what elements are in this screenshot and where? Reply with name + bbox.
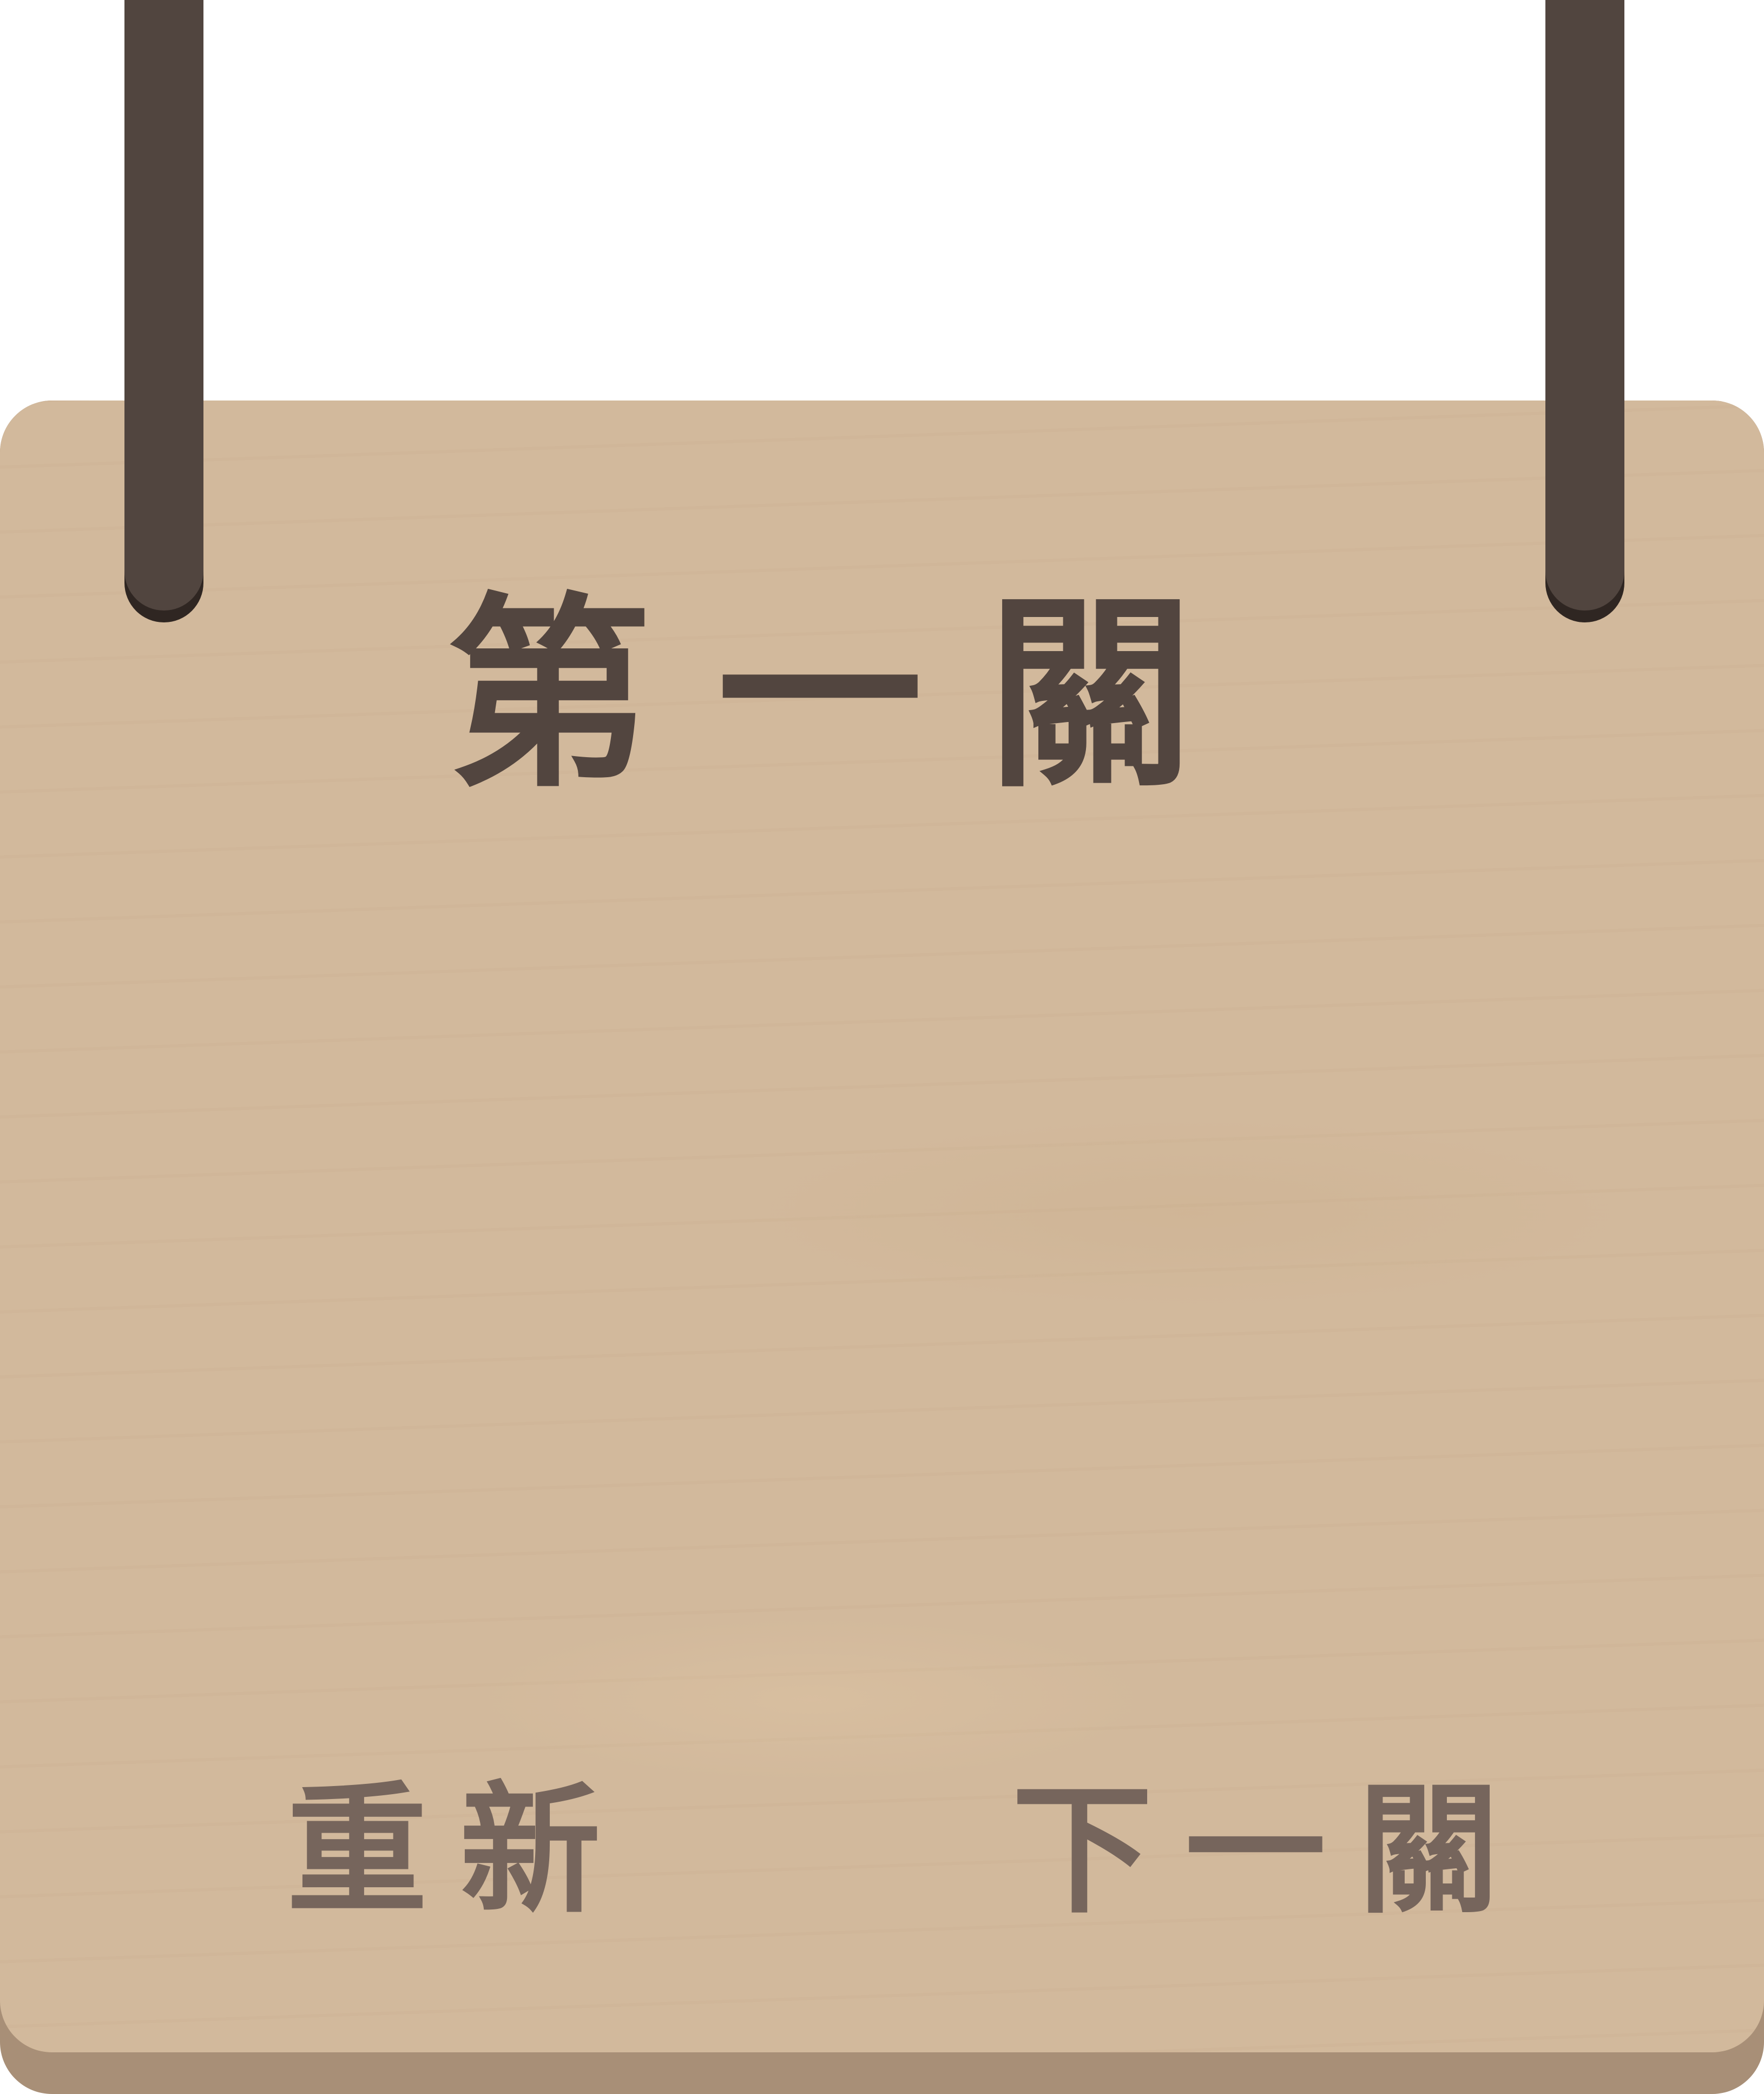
next-level-button[interactable]: 下一關 <box>1001 1775 1542 1927</box>
rope-overlay-left <box>124 0 203 611</box>
level-title: 第一關 <box>446 575 1258 815</box>
restart-button[interactable]: 重新 <box>271 1775 649 1927</box>
rope-overlay-right <box>1545 0 1624 611</box>
